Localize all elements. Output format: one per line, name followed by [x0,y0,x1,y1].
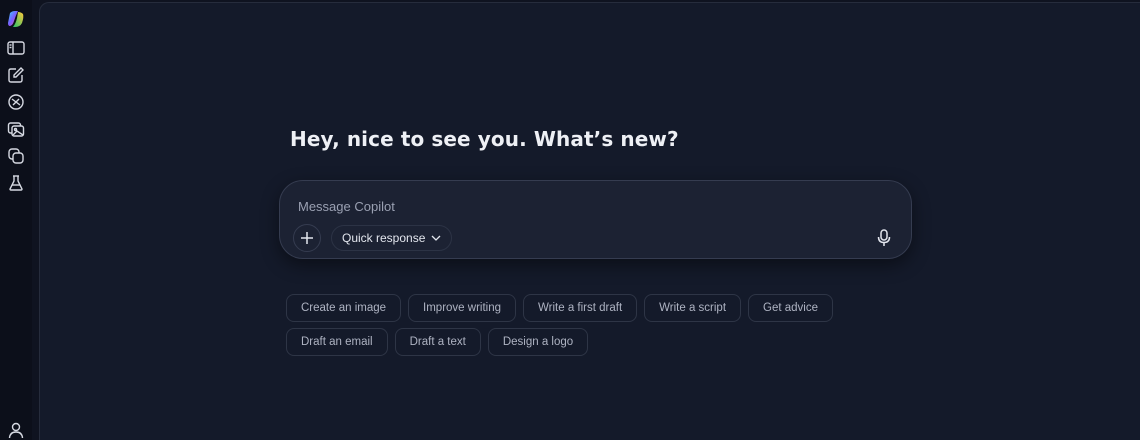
discover-icon[interactable] [6,92,26,112]
add-attachment-button[interactable] [293,224,321,252]
main-panel: Hey, nice to see you. What’s new? Quick … [39,2,1140,440]
pages-icon[interactable] [6,146,26,166]
suggestion-improve-writing[interactable]: Improve writing [408,294,516,322]
new-chat-icon[interactable] [6,65,26,85]
profile-icon[interactable] [6,420,26,440]
microphone-button[interactable] [873,227,895,249]
copilot-app: Hey, nice to see you. What’s new? Quick … [0,0,1140,440]
sidebar-toggle-icon[interactable] [6,38,26,58]
message-input[interactable] [298,195,858,217]
microphone-icon [877,229,891,246]
sidebar [0,0,32,440]
suggestion-get-advice[interactable]: Get advice [748,294,834,322]
response-mode-dropdown[interactable]: Quick response [331,225,453,251]
suggestion-write-script[interactable]: Write a script [644,294,742,322]
suggestion-row: Create an image Improve writing Write a … [286,294,886,322]
image-gallery-icon[interactable] [6,119,26,139]
greeting-heading: Hey, nice to see you. What’s new? [290,127,679,151]
labs-icon[interactable] [6,173,26,193]
chevron-down-icon [431,235,441,241]
plus-icon [301,232,313,244]
suggestion-design-logo[interactable]: Design a logo [487,328,589,356]
suggestion-draft-email[interactable]: Draft an email [286,328,388,356]
message-composer: Quick response [279,180,912,259]
suggestion-create-image[interactable]: Create an image [286,294,402,322]
suggestion-chips: Create an image Improve writing Write a … [286,294,886,362]
suggestion-row: Draft an email Draft a text Design a log… [286,328,886,356]
response-mode-label: Quick response [342,231,426,245]
copilot-logo-icon[interactable] [6,9,26,29]
suggestion-draft-text[interactable]: Draft a text [394,328,481,356]
suggestion-write-first-draft[interactable]: Write a first draft [523,294,638,322]
